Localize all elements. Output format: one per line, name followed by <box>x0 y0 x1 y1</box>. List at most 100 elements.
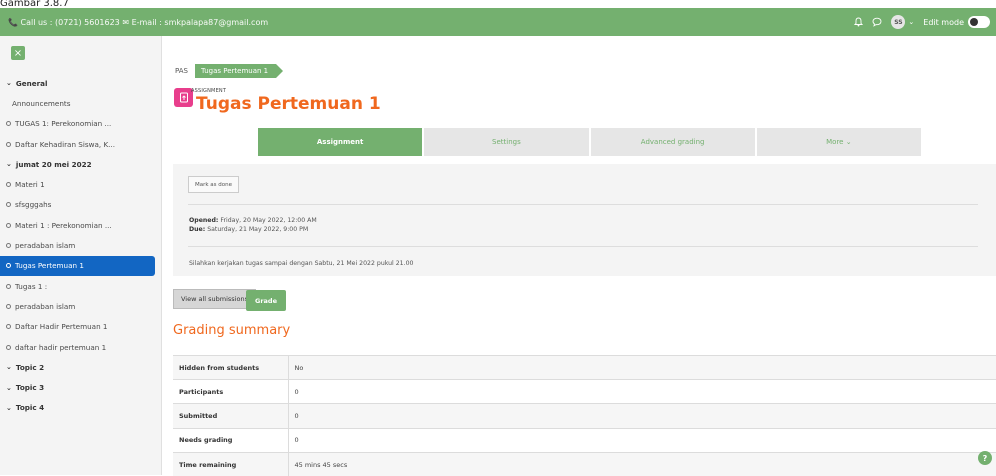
table-row: Hidden from students No <box>173 355 996 380</box>
tab-advanced-grading[interactable]: Advanced grading <box>590 128 757 156</box>
sidebar-section[interactable]: ⌄ Topic 4 <box>0 398 162 418</box>
chat-icon[interactable] <box>872 17 882 27</box>
sidebar-item-label: Materi 1 : Perekonomian ... <box>15 220 112 230</box>
opened-value: Friday, 20 May 2022, 12:00 AM <box>220 217 317 224</box>
sidebar-item[interactable]: Materi 1 : Perekonomian ... <box>0 215 162 235</box>
row-key: Submitted <box>173 403 289 429</box>
table-row: Time remaining 45 mins 45 secs <box>173 452 996 476</box>
completion-circle-icon <box>6 324 11 330</box>
sidebar-item[interactable]: Announcements <box>0 93 162 113</box>
tab-settings[interactable]: Settings <box>424 128 591 156</box>
breadcrumb-course[interactable]: PAS <box>175 67 188 75</box>
completion-circle-icon <box>6 202 11 208</box>
sidebar-item-label: Tugas 1 : <box>15 281 48 291</box>
completion-circle-icon <box>6 121 11 127</box>
sidebar-item[interactable]: Materi 1 <box>0 174 162 194</box>
bell-icon[interactable] <box>854 17 864 27</box>
main-content: PAS Tugas Pertemuan 1 ASSIGNMENT Tugas P… <box>162 36 996 476</box>
sidebar-item-label: General <box>15 78 48 88</box>
completion-circle-icon <box>6 344 11 350</box>
edit-mode-label: Edit mode <box>923 17 964 27</box>
row-key: Needs grading <box>173 428 289 453</box>
sidebar-item-label: Topic 3 <box>15 383 45 393</box>
sidebar-item-label: Tugas Pertemuan 1 <box>15 261 84 271</box>
sidebar-item[interactable]: peradaban islam <box>0 296 162 316</box>
completion-circle-icon <box>6 222 11 228</box>
sidebar-item-label: jumat 20 mei 2022 <box>15 159 92 169</box>
sidebar-item[interactable]: Tugas 1 : <box>0 276 162 296</box>
sidebar-item[interactable]: daftar hadir pertemuan 1 <box>0 337 162 357</box>
sidebar-item[interactable]: peradaban islam <box>0 235 162 255</box>
completion-circle-icon <box>6 283 11 289</box>
sidebar-item-label: sfsgggahs <box>15 200 52 210</box>
secondary-navigation: Assignment Settings Advanced grading Mor… <box>258 128 923 156</box>
sidebar-item[interactable]: Tugas Pertemuan 1 <box>0 255 155 276</box>
chevron-down-icon[interactable]: ⌄ <box>6 404 12 412</box>
chevron-down-icon[interactable]: ⌄ <box>6 384 12 392</box>
grade-button[interactable]: Grade <box>246 290 286 311</box>
sidebar-item-label: TUGAS 1: Perekonomian ... <box>15 119 112 129</box>
mark-as-done-button[interactable]: Mark as done <box>188 176 240 193</box>
opened-label: Opened: <box>189 217 219 224</box>
view-all-submissions-button[interactable]: View all submissions <box>173 289 256 309</box>
grading-summary-table: Hidden from students No Participants 0 Sub… <box>173 355 996 476</box>
help-button[interactable]: ? <box>978 451 992 465</box>
completion-circle-icon <box>6 243 11 249</box>
caption-text: Gambar 3.8.7 <box>0 0 69 8</box>
sidebar-item-label: Daftar Hadir Pertemuan 1 <box>15 322 108 332</box>
chevron-down-icon[interactable]: ⌄ <box>6 79 12 87</box>
chevron-down-icon[interactable]: ⌄ <box>6 160 12 168</box>
table-row: Needs grading 0 <box>173 428 996 453</box>
avatar: SS <box>891 15 906 29</box>
sidebar-item-label: Materi 1 <box>15 180 45 190</box>
row-value: 0 <box>294 411 299 420</box>
edit-mode-control[interactable]: Edit mode <box>923 16 990 28</box>
course-index-drawer: × ⌄ General Announcements TUGAS 1: Perekono… <box>0 36 162 475</box>
close-drawer-button[interactable]: × <box>11 46 25 60</box>
sidebar-section[interactable]: ⌄ Topic 3 <box>0 377 162 397</box>
sidebar-item[interactable]: Daftar Kehadiran Siswa, K... <box>0 134 162 154</box>
grading-summary-heading: Grading summary <box>173 323 291 338</box>
row-value: 0 <box>294 436 299 445</box>
top-bar: 📞 Call us : (0721) 5601623 ✉ E-mail : sm… <box>0 8 996 36</box>
sidebar-item-label: peradaban islam <box>15 301 76 311</box>
sidebar-section[interactable]: ⌄ General <box>0 73 162 93</box>
chevron-down-icon[interactable]: ⌄ <box>6 363 12 371</box>
due-label: Due: <box>189 225 206 233</box>
completion-circle-icon <box>6 263 11 269</box>
tab-assignment[interactable]: Assignment <box>258 128 425 156</box>
row-value: 0 <box>294 387 299 396</box>
sidebar-item-label: Topic 4 <box>15 403 45 413</box>
sidebar-section[interactable]: ⌄ Topic 2 <box>0 357 162 377</box>
row-value: 45 mins 45 secs <box>294 460 348 469</box>
completion-circle-icon <box>6 303 11 309</box>
sidebar-item[interactable]: sfsgggahs <box>0 195 162 215</box>
sidebar-item-label: Announcements <box>12 98 71 108</box>
topbar-actions: SS ⌄ Edit mode <box>854 15 996 29</box>
assignment-description: Silahkan kerjakan tugas sampai dengan Sa… <box>189 260 414 267</box>
close-icon: × <box>13 47 23 59</box>
course-index: ⌄ General Announcements TUGAS 1: Perekonomi… <box>0 73 162 418</box>
row-value: No <box>294 363 304 372</box>
divider <box>188 204 978 205</box>
row-key: Hidden from students <box>173 355 289 380</box>
sidebar-item-label: Daftar Kehadiran Siswa, K... <box>15 139 116 149</box>
breadcrumb: PAS Tugas Pertemuan 1 <box>175 64 284 78</box>
tab-more[interactable]: More ⌄ <box>756 128 923 156</box>
sidebar-item[interactable]: Daftar Hadir Pertemuan 1 <box>0 317 162 337</box>
completion-circle-icon <box>6 182 11 188</box>
divider <box>188 246 978 247</box>
contact-info: 📞 Call us : (0721) 5601623 ✉ E-mail : sm… <box>8 17 269 27</box>
sidebar-item[interactable]: TUGAS 1: Perekonomian ... <box>0 114 162 134</box>
sidebar-section[interactable]: ⌄ jumat 20 mei 2022 <box>0 154 162 174</box>
due-value: Saturday, 21 May 2022, 9:00 PM <box>207 225 309 233</box>
edit-mode-toggle[interactable] <box>968 16 990 28</box>
user-menu[interactable]: SS ⌄ <box>891 15 914 29</box>
completion-circle-icon <box>6 141 11 147</box>
chevron-down-icon: ⌄ <box>908 18 915 26</box>
breadcrumb-current[interactable]: Tugas Pertemuan 1 <box>195 64 284 78</box>
activity-header-panel: Mark as done Opened: Friday, 20 May 2022… <box>173 164 996 276</box>
row-key: Time remaining <box>173 452 289 476</box>
table-row: Submitted 0 <box>173 403 996 429</box>
page-title: Tugas Pertemuan 1 <box>196 94 381 114</box>
